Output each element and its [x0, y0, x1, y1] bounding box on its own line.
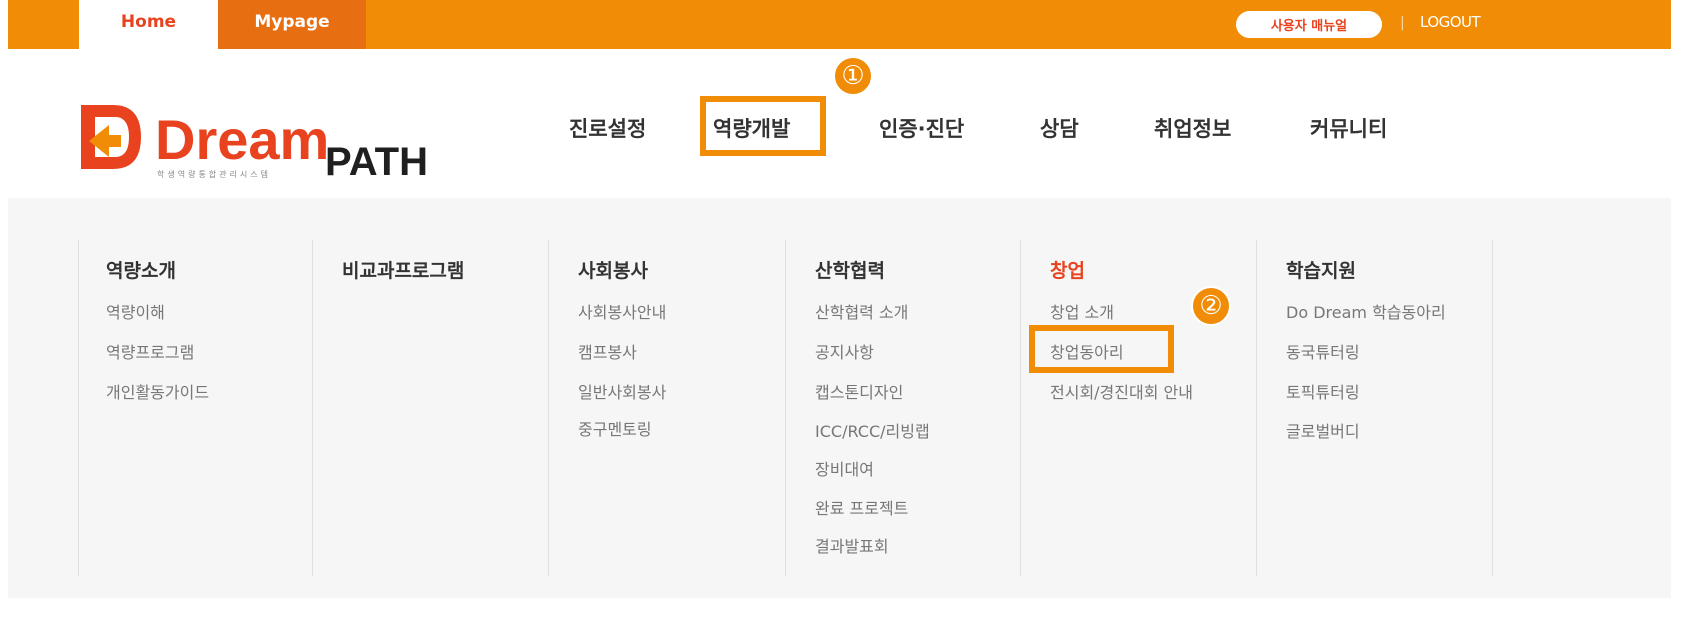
- menu-item[interactable]: 장비대여: [815, 456, 874, 480]
- logo-tagline: 학생역량통합관리시스템: [157, 169, 271, 179]
- menu-title-startup[interactable]: 창업: [1050, 256, 1085, 283]
- step-badge-2: ②: [1191, 286, 1231, 326]
- logout-link[interactable]: LOGOUT: [1420, 13, 1481, 31]
- menu-title-learning-support[interactable]: 학습지원: [1286, 256, 1356, 283]
- menu-item[interactable]: 산학협력 소개: [815, 299, 908, 323]
- menu-title-social-service[interactable]: 사회봉사: [578, 256, 648, 283]
- menu-title-competency-intro[interactable]: 역량소개: [106, 256, 176, 283]
- top-divider: |: [1400, 15, 1405, 31]
- menu-column-3: [549, 240, 786, 576]
- nav-certification[interactable]: 인증·진단: [879, 113, 964, 143]
- menu-item[interactable]: 사회봉사안내: [578, 299, 666, 323]
- menu-item[interactable]: 개인활동가이드: [106, 379, 209, 403]
- menu-item[interactable]: 일반사회봉사: [578, 379, 666, 403]
- logo-word-path: PATH: [325, 140, 428, 184]
- nav-jobs[interactable]: 취업정보: [1154, 113, 1231, 143]
- nav-career[interactable]: 진로설정: [569, 113, 646, 143]
- menu-item[interactable]: 동국튜터링: [1286, 339, 1360, 363]
- menu-title-industry-cooperation[interactable]: 산학협력: [815, 256, 885, 283]
- tab-mypage[interactable]: Mypage: [218, 0, 366, 49]
- menu-item[interactable]: 캠프봉사: [578, 339, 637, 363]
- menu-item[interactable]: 완료 프로젝트: [815, 495, 908, 519]
- logo-graphic: Dream PATH 학생역량통합관리시스템: [81, 105, 428, 184]
- step-badge-1: ①: [833, 56, 873, 96]
- user-manual-button[interactable]: 사용자 매뉴얼: [1236, 11, 1382, 38]
- logo-word-dream: Dream: [155, 108, 329, 171]
- nav-counseling[interactable]: 상담: [1040, 113, 1079, 143]
- menu-column-6: [1257, 240, 1493, 576]
- menu-item[interactable]: 역량이해: [106, 299, 165, 323]
- menu-item[interactable]: 토픽튜터링: [1286, 379, 1360, 403]
- menu-title-extracurricular[interactable]: 비교과프로그램: [342, 256, 464, 283]
- menu-item[interactable]: ICC/RCC/리빙랩: [815, 418, 930, 442]
- menu-item[interactable]: 창업 소개: [1050, 299, 1114, 323]
- menu-item[interactable]: 결과발표회: [815, 533, 889, 557]
- menu-column-4: [786, 240, 1021, 576]
- menu-item[interactable]: 글로벌버디: [1286, 418, 1360, 442]
- nav-highlight-box: [700, 96, 826, 156]
- menu-item[interactable]: 캡스톤디자인: [815, 379, 903, 403]
- tab-home[interactable]: Home: [79, 0, 218, 49]
- menu-item[interactable]: 전시회/경진대회 안내: [1050, 379, 1193, 403]
- submenu-highlight-box: [1029, 325, 1174, 373]
- dreampath-logo[interactable]: Dream PATH 학생역량통합관리시스템: [75, 95, 445, 195]
- menu-item[interactable]: 공지사항: [815, 339, 874, 363]
- menu-item[interactable]: 역량프로그램: [106, 339, 194, 363]
- menu-item[interactable]: 중구멘토링: [578, 416, 652, 440]
- top-bar: Home Mypage 사용자 매뉴얼 | LOGOUT: [8, 0, 1671, 49]
- menu-column-2: [313, 240, 549, 576]
- nav-community[interactable]: 커뮤니티: [1310, 113, 1387, 143]
- menu-column-1: [78, 240, 313, 576]
- menu-item[interactable]: Do Dream 학습동아리: [1286, 299, 1446, 323]
